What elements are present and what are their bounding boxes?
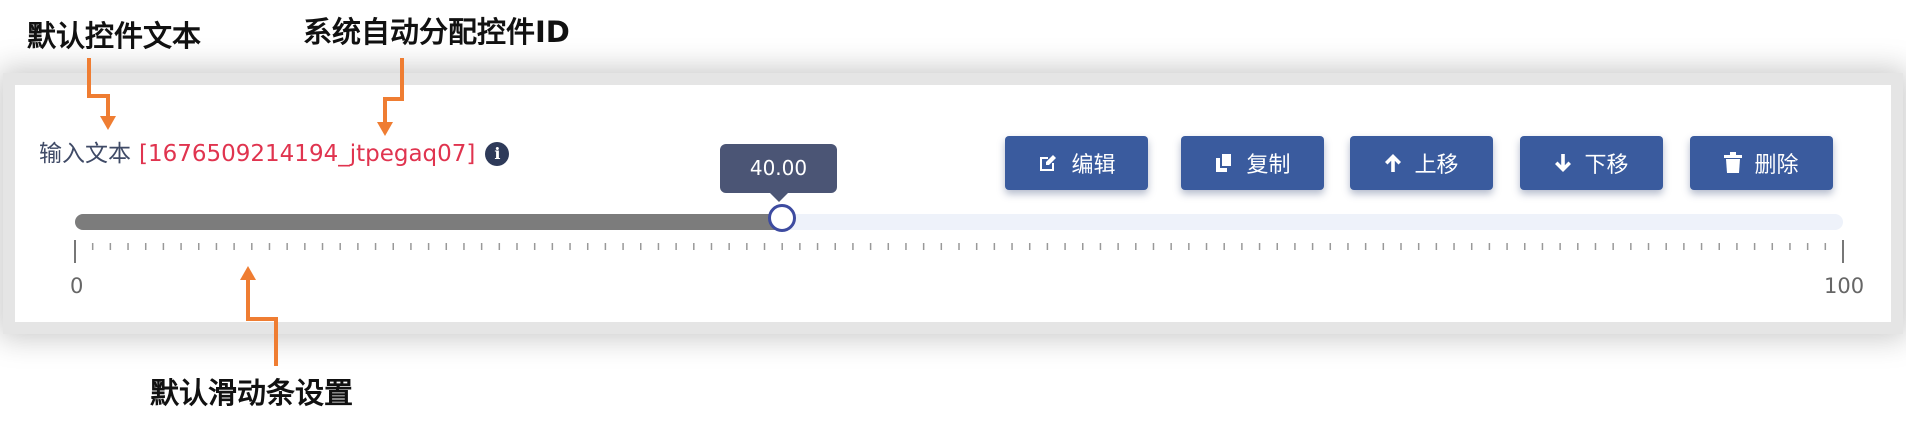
slider-control-panel: 输入文本 [1676509214194_jtpegaq07] i 编辑 复制 上… <box>15 85 1891 322</box>
scale-min-label: 0 <box>70 274 84 298</box>
annotation-slider-settings: 默认滑动条设置 <box>150 376 354 410</box>
annotation-auto-id: 系统自动分配控件ID <box>303 15 570 49</box>
annotation-default-text: 默认控件文本 <box>27 19 202 53</box>
slider-scale <box>74 240 1844 263</box>
scale-max-label: 100 <box>1824 274 1865 298</box>
